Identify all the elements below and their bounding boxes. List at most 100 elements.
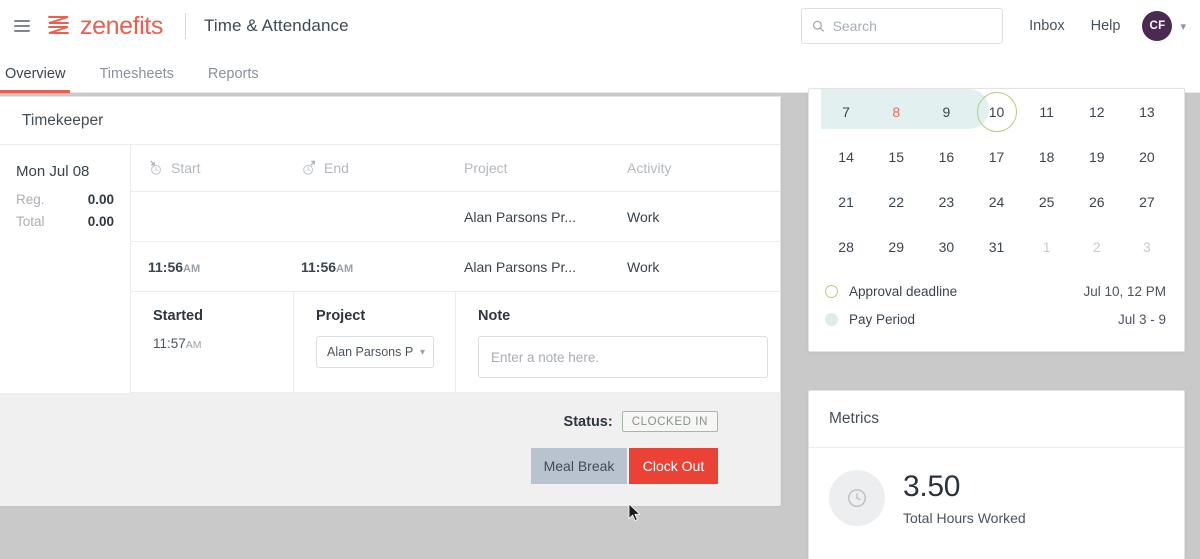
help-link[interactable]: Help (1091, 18, 1121, 34)
calendar-day[interactable]: 18 (1022, 134, 1072, 179)
brand-name: zenefits (80, 11, 163, 40)
column-header-end: End (301, 160, 464, 176)
top-navigation-bar: zenefits Time & Attendance Inbox Help CF… (0, 0, 1200, 52)
reg-value: 0.00 (87, 192, 114, 207)
inbox-link[interactable]: Inbox (1029, 18, 1064, 34)
entry-project: Alan Parsons Pr... (464, 258, 577, 275)
calendar-day[interactable]: 31 (971, 224, 1021, 269)
calendar-day-deadline[interactable]: 10 (971, 89, 1021, 134)
tab-overview[interactable]: Overview (0, 66, 71, 93)
column-header-project: Project (464, 160, 508, 176)
project-select[interactable]: Alan Parsons P ▾ (316, 336, 434, 368)
column-header-end-label: End (324, 160, 349, 176)
calendar-week-row: 21 22 23 24 25 26 27 (821, 179, 1172, 224)
clock-out-button[interactable]: Clock Out (629, 448, 718, 484)
total-value: 0.00 (87, 214, 114, 229)
search-input[interactable] (832, 18, 993, 34)
calendar-day[interactable]: 22 (871, 179, 921, 224)
current-started-label: Started (153, 308, 203, 324)
calendar-day[interactable]: 14 (821, 134, 871, 179)
calendar-day[interactable]: 21 (821, 179, 871, 224)
section-tabs: Overview Timesheets Reports (0, 52, 1200, 93)
entry-start-time: 11:56AM (148, 258, 201, 275)
page-title: Time & Attendance (203, 16, 349, 35)
metric-value: 3.50 (903, 470, 961, 503)
chevron-down-icon: ▾ (419, 346, 425, 358)
table-row[interactable]: Alan Parsons Pr... Work (131, 192, 780, 242)
calendar-day-today[interactable]: 8 (871, 89, 921, 134)
summary-row-total: Total 0.00 (16, 214, 130, 229)
total-label: Total (16, 214, 45, 229)
brand-logo[interactable]: zenefits (46, 12, 163, 41)
calendar-day[interactable]: 20 (1122, 134, 1172, 179)
calendar-day[interactable]: 19 (1072, 134, 1122, 179)
hamburger-menu-icon[interactable] (14, 20, 30, 32)
legend-label: Pay Period (849, 311, 916, 327)
legend-value: Jul 10, 12 PM (1083, 283, 1166, 299)
chevron-down-icon[interactable]: ▾ (1180, 20, 1186, 33)
clock-icon (829, 470, 885, 526)
table-row[interactable]: 11:56AM 11:56AM Alan Parsons Pr... Work (131, 242, 780, 292)
calendar-day[interactable]: 7 (821, 89, 871, 134)
nav-divider (184, 13, 186, 39)
tab-timesheets[interactable]: Timesheets (99, 66, 173, 92)
entries-table: Start End Project Activity Alan Parsons … (131, 145, 780, 393)
column-header-start-label: Start (171, 160, 201, 176)
calendar-day[interactable]: 13 (1122, 89, 1172, 134)
calendar-week-row: 7 8 9 10 11 12 13 (821, 89, 1172, 134)
avatar[interactable]: CF (1142, 11, 1173, 41)
clock-in-icon (150, 160, 162, 175)
calendar-day[interactable]: 30 (921, 224, 971, 269)
tab-reports[interactable]: Reports (208, 66, 259, 92)
legend-item-pay-period: Pay Period Jul 3 - 9 (825, 305, 1166, 333)
app-page: zenefits Time & Attendance Inbox Help CF… (0, 0, 1200, 559)
current-note-label: Note (478, 308, 511, 324)
entry-activity: Work (627, 208, 660, 225)
current-entry-strip: Started 11:57AM Project Alan Parsons P ▾ (131, 292, 780, 393)
legend-label: Approval deadline (849, 283, 958, 299)
note-input[interactable] (478, 336, 768, 378)
calendar-week-row: 14 15 16 17 18 19 20 (821, 134, 1172, 179)
calendar-day[interactable]: 11 (1022, 89, 1072, 134)
status-badge: CLOCKED IN (621, 411, 718, 432)
calendar-day[interactable]: 24 (971, 179, 1021, 224)
calendar-day[interactable]: 16 (921, 134, 971, 179)
calendar-day[interactable]: 29 (871, 224, 921, 269)
top-right-controls: Inbox Help CF ▾ (801, 8, 1200, 44)
calendar-day[interactable]: 12 (1072, 89, 1122, 134)
calendar-day[interactable]: 26 (1072, 179, 1122, 224)
meal-break-button[interactable]: Meal Break (531, 448, 627, 484)
timekeeper-header: Timekeeper (0, 97, 780, 145)
timekeeper-body: Mon Jul 08 Reg. 0.00 Total 0.00 Start En… (0, 145, 780, 393)
current-started: Started 11:57AM (131, 292, 294, 392)
metrics-body: 3.50 Total Hours Worked (809, 448, 1184, 526)
calendar-week-row: 28 29 30 31 1 2 3 (821, 224, 1172, 269)
column-header-start: Start (131, 160, 301, 176)
zenefits-mark-icon (48, 16, 69, 34)
calendar-legend: Approval deadline Jul 10, 12 PM Pay Peri… (809, 269, 1184, 333)
current-started-time: 11:57AM (153, 336, 202, 351)
current-project: Project Alan Parsons P ▾ (294, 292, 456, 392)
calendar-day[interactable]: 25 (1022, 179, 1072, 224)
search-box[interactable] (801, 8, 1004, 44)
calendar-day[interactable]: 28 (821, 224, 871, 269)
calendar-day[interactable]: 9 (921, 89, 971, 134)
entry-end-time: 11:56AM (301, 258, 354, 275)
summary-row-reg: Reg. 0.00 (16, 192, 130, 207)
timekeeper-footer: Status: CLOCKED IN Meal Break Clock Out (0, 393, 780, 506)
calendar-day[interactable]: 23 (921, 179, 971, 224)
entry-activity: Work (627, 258, 660, 275)
mouse-cursor (628, 503, 641, 522)
day-summary: Mon Jul 08 Reg. 0.00 Total 0.00 (0, 145, 131, 393)
calendar-day-next-month[interactable]: 3 (1122, 224, 1172, 269)
search-icon (813, 20, 824, 32)
calendar-day-next-month[interactable]: 1 (1022, 224, 1072, 269)
calendar-day-next-month[interactable]: 2 (1072, 224, 1122, 269)
day-date: Mon Jul 08 (16, 163, 90, 180)
calendar-day[interactable]: 17 (971, 134, 1021, 179)
clock-out-icon (303, 160, 315, 175)
project-select-value: Alan Parsons P (327, 345, 414, 359)
calendar-day[interactable]: 27 (1122, 179, 1172, 224)
entries-header-row: Start End Project Activity (131, 145, 780, 192)
calendar-day[interactable]: 15 (871, 134, 921, 179)
